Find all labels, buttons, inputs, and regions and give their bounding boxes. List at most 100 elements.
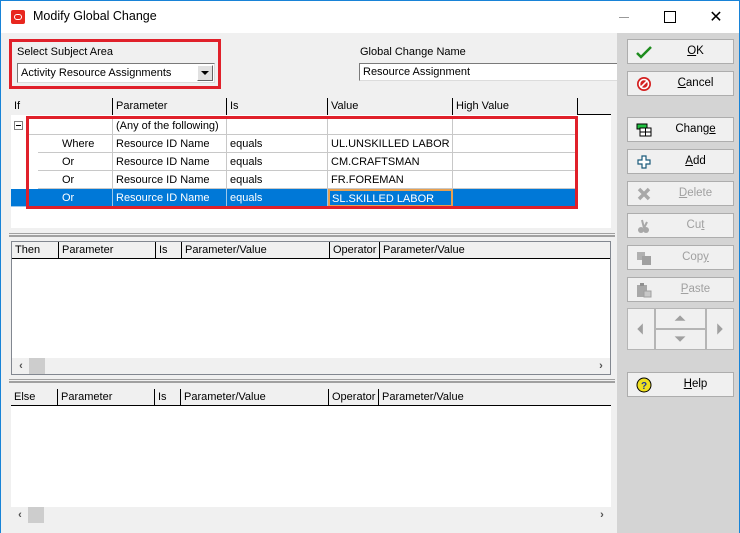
condition-row[interactable]: Where Resource ID Name equals UL.UNSKILL… bbox=[11, 135, 585, 153]
subject-area-label: Select Subject Area bbox=[17, 46, 114, 58]
column-header-is[interactable]: Is bbox=[156, 242, 182, 259]
value-cell[interactable]: UL.UNSKILLED LABOR bbox=[328, 135, 453, 153]
scroll-thumb[interactable] bbox=[28, 507, 44, 523]
help-button[interactable]: ? Help bbox=[627, 372, 734, 397]
column-header-operator[interactable]: Operator bbox=[329, 389, 379, 406]
condition-row[interactable]: Or Resource ID Name equals FR.FOREMAN bbox=[11, 171, 585, 189]
checkmark-icon bbox=[636, 46, 652, 59]
splitter[interactable] bbox=[9, 233, 615, 237]
column-header-parameter-value-2[interactable]: Parameter/Value bbox=[379, 389, 611, 406]
move-down-button[interactable] bbox=[655, 329, 706, 350]
delete-button[interactable]: Delete bbox=[627, 181, 734, 206]
cut-button[interactable]: Cut bbox=[627, 213, 734, 238]
title-bar: Modify Global Change ✕ bbox=[1, 1, 739, 33]
move-up-button[interactable] bbox=[655, 308, 706, 329]
column-header-operator[interactable]: Operator bbox=[330, 242, 380, 259]
paste-icon bbox=[637, 283, 652, 298]
move-pad bbox=[627, 308, 734, 350]
scroll-thumb[interactable] bbox=[29, 358, 45, 374]
modify-global-change-dialog: Modify Global Change ✕ Select Subject Ar… bbox=[0, 0, 740, 533]
column-header-parameter[interactable]: Parameter bbox=[59, 242, 156, 259]
column-header-else[interactable]: Else bbox=[11, 389, 58, 406]
is-cell[interactable]: equals bbox=[227, 135, 328, 153]
arrow-left-icon bbox=[637, 323, 643, 335]
column-header-value[interactable]: Value bbox=[328, 98, 453, 115]
if-cell: Or bbox=[38, 189, 113, 207]
global-change-name-input[interactable]: Resource Assignment bbox=[359, 63, 617, 81]
parameter-cell[interactable]: Resource ID Name bbox=[113, 171, 227, 189]
if-grid-header: If Parameter Is Value High Value bbox=[11, 98, 611, 115]
column-header-parameter[interactable]: Parameter bbox=[113, 98, 227, 115]
change-button[interactable]: Change bbox=[627, 117, 734, 142]
value-cell[interactable]: CM.CRAFTSMAN bbox=[328, 153, 453, 171]
else-grid-header: Else Parameter Is Parameter/Value Operat… bbox=[11, 389, 611, 406]
close-button[interactable]: ✕ bbox=[693, 1, 739, 33]
parameter-cell[interactable]: Resource ID Name bbox=[113, 189, 227, 207]
subject-area-value: Activity Resource Assignments bbox=[21, 67, 172, 79]
copy-button[interactable]: Copy bbox=[627, 245, 734, 270]
minimize-button[interactable] bbox=[601, 1, 647, 33]
horizontal-scrollbar[interactable]: ‹ › bbox=[12, 358, 610, 374]
maximize-button[interactable] bbox=[647, 1, 693, 33]
chevron-down-icon[interactable] bbox=[197, 65, 213, 81]
column-header-parameter-value-2[interactable]: Parameter/Value bbox=[380, 242, 610, 259]
high-value-cell[interactable] bbox=[453, 171, 578, 189]
no-entry-icon bbox=[637, 77, 651, 91]
scroll-left-icon[interactable]: ‹ bbox=[13, 507, 27, 523]
high-value-cell[interactable] bbox=[453, 153, 578, 171]
scroll-left-icon[interactable]: ‹ bbox=[14, 358, 28, 374]
is-cell[interactable]: equals bbox=[227, 153, 328, 171]
then-actions-grid: Then Parameter Is Parameter/Value Operat… bbox=[11, 241, 611, 375]
high-value-cell[interactable] bbox=[453, 189, 578, 207]
value-cell[interactable]: FR.FOREMAN bbox=[328, 171, 453, 189]
global-change-name-label: Global Change Name bbox=[360, 46, 466, 58]
column-header-is[interactable]: Is bbox=[155, 389, 181, 406]
main-pane: Select Subject Area Activity Resource As… bbox=[1, 33, 617, 533]
is-cell[interactable]: equals bbox=[227, 171, 328, 189]
add-button[interactable]: Add bbox=[627, 149, 734, 174]
global-change-name-value: Resource Assignment bbox=[363, 66, 470, 78]
collapse-icon[interactable] bbox=[14, 121, 23, 130]
arrow-right-icon bbox=[717, 323, 723, 335]
scroll-right-icon[interactable]: › bbox=[594, 358, 608, 374]
parameter-cell[interactable]: Resource ID Name bbox=[113, 153, 227, 171]
column-header-high-value[interactable]: High Value bbox=[453, 98, 578, 115]
is-cell[interactable]: equals bbox=[227, 189, 328, 207]
horizontal-scrollbar[interactable]: ‹ › bbox=[11, 507, 611, 523]
subject-area-select[interactable]: Activity Resource Assignments bbox=[17, 63, 215, 83]
group-row[interactable]: (Any of the following) bbox=[11, 117, 585, 135]
condition-row[interactable]: Or Resource ID Name equals CM.CRAFTSMAN bbox=[11, 153, 585, 171]
if-cell: Where bbox=[38, 135, 113, 153]
x-icon bbox=[637, 187, 651, 201]
close-icon: ✕ bbox=[709, 9, 723, 26]
change-table-icon bbox=[636, 123, 652, 137]
if-cell: Or bbox=[38, 171, 113, 189]
paste-button[interactable]: Paste bbox=[627, 277, 734, 302]
oracle-logo-icon bbox=[11, 10, 25, 24]
splitter[interactable] bbox=[9, 379, 615, 383]
value-cell-focused[interactable]: SL.SKILLED LABOR bbox=[328, 189, 453, 207]
column-header-parameter-value[interactable]: Parameter/Value bbox=[182, 242, 330, 259]
if-conditions-grid: If Parameter Is Value High Value (Any of… bbox=[11, 98, 611, 228]
scroll-right-icon[interactable]: › bbox=[595, 507, 609, 523]
plus-icon bbox=[637, 155, 651, 169]
command-buttons-pane: OK Cancel Change Add Delete Cut Copy Pas… bbox=[617, 33, 739, 533]
column-header-is[interactable]: Is bbox=[227, 98, 328, 115]
column-header-parameter-value[interactable]: Parameter/Value bbox=[181, 389, 329, 406]
column-header-parameter[interactable]: Parameter bbox=[58, 389, 155, 406]
ok-button[interactable]: OK bbox=[627, 39, 734, 64]
then-grid-header: Then Parameter Is Parameter/Value Operat… bbox=[12, 242, 610, 259]
condition-row-selected[interactable]: Or Resource ID Name equals SL.SKILLED LA… bbox=[11, 189, 585, 207]
move-left-button[interactable] bbox=[627, 308, 655, 350]
cancel-button[interactable]: Cancel bbox=[627, 71, 734, 96]
high-value-cell[interactable] bbox=[453, 135, 578, 153]
column-header-then[interactable]: Then bbox=[12, 242, 59, 259]
else-actions-grid: Else Parameter Is Parameter/Value Operat… bbox=[11, 389, 611, 523]
help-icon: ? bbox=[636, 377, 652, 393]
scissors-icon bbox=[638, 219, 649, 233]
move-right-button[interactable] bbox=[706, 308, 734, 350]
column-header-if[interactable]: If bbox=[11, 98, 113, 115]
parameter-cell[interactable]: Resource ID Name bbox=[113, 135, 227, 153]
arrow-down-icon bbox=[674, 336, 686, 342]
group-row-label: (Any of the following) bbox=[113, 117, 227, 135]
